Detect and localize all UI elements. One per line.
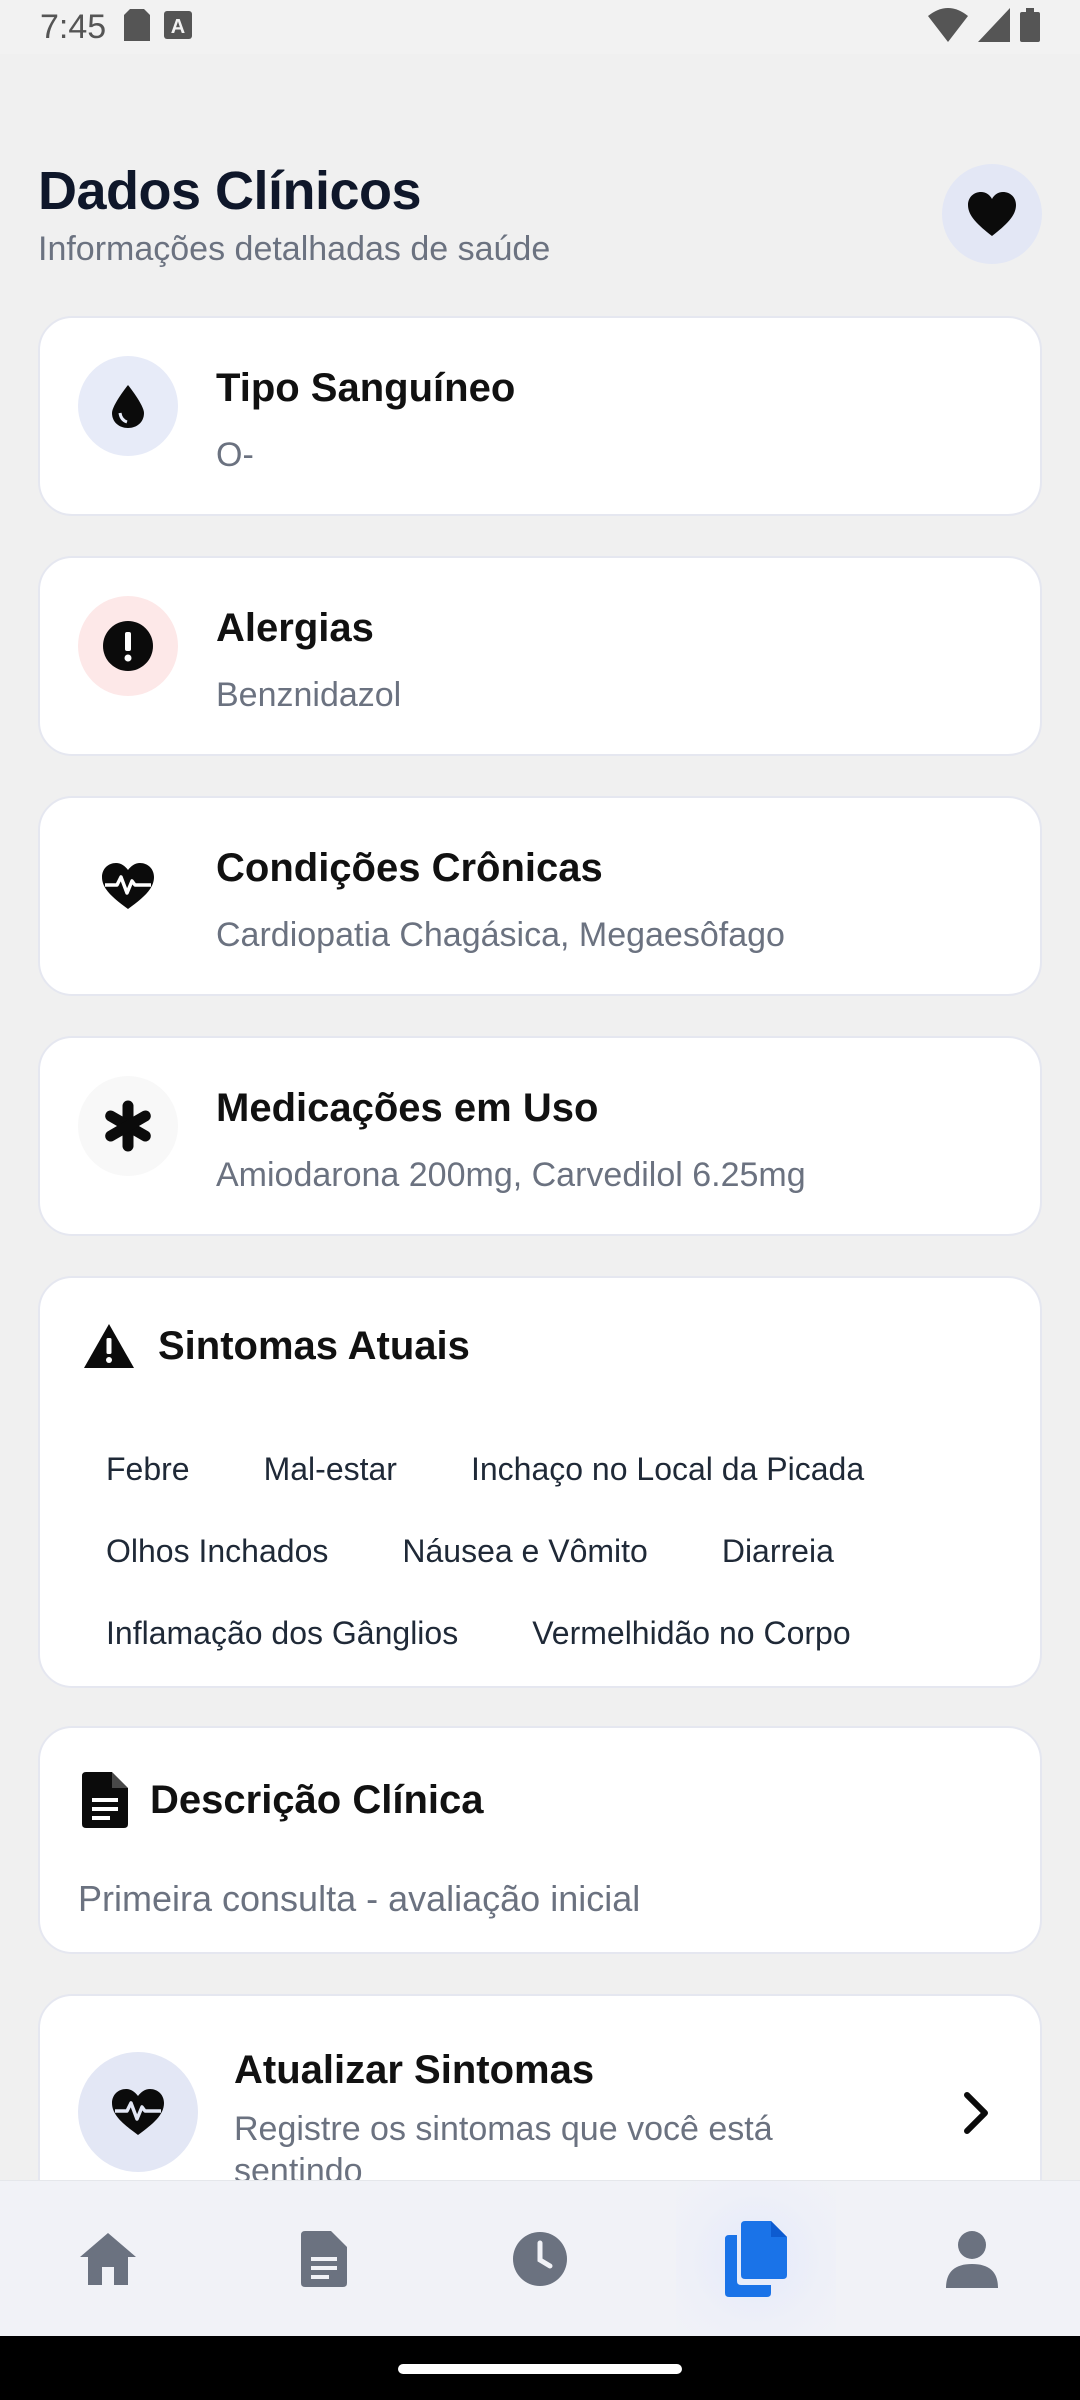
- battery-icon: [1020, 7, 1040, 47]
- clock-icon: [513, 2231, 567, 2286]
- symptom-chips: Febre Mal-estar Inchaço no Local da Pica…: [106, 1428, 1000, 1674]
- nav-documents[interactable]: [244, 2181, 404, 2337]
- symptom-chip: Diarreia: [721, 1532, 834, 1569]
- home-icon: [80, 2232, 136, 2285]
- symptom-chip: Náusea e Vômito: [402, 1532, 648, 1569]
- home-gesture-handle[interactable]: [398, 2364, 682, 2374]
- status-bar: 7:45 A: [0, 0, 1080, 54]
- symptom-chip: Inchaço no Local da Picada: [470, 1450, 865, 1487]
- symptom-row: Inflamação dos Gânglios Vermelhidão no C…: [106, 1592, 1000, 1674]
- symptom-chip: Inflamação dos Gânglios: [106, 1614, 459, 1651]
- heart-icon: [968, 192, 1016, 236]
- document-icon: [82, 1772, 128, 1828]
- svg-text:A: A: [171, 16, 185, 38]
- page-title: Dados Clínicos: [38, 161, 422, 221]
- favorite-button[interactable]: [942, 164, 1042, 264]
- symptom-chip: Mal-estar: [263, 1450, 397, 1487]
- current-symptoms-card: Sintomas Atuais Febre Mal-estar Inchaço …: [38, 1276, 1042, 1688]
- asterisk-icon: [78, 1076, 178, 1176]
- person-icon: [946, 2230, 998, 2288]
- medications-value: Amiodarona 200mg, Carvedilol 6.25mg: [216, 1156, 806, 1194]
- medications-card: Medicações em Uso Amiodarona 200mg, Carv…: [38, 1036, 1042, 1236]
- nav-clinical-data[interactable]: [676, 2180, 836, 2337]
- blood-type-value: O-: [216, 436, 254, 474]
- chevron-right-icon: [964, 2092, 988, 2134]
- clinical-description-card: Descrição Clínica Primeira consulta - av…: [38, 1726, 1042, 1954]
- status-time: 7:45: [40, 7, 107, 46]
- alert-circle-icon: [78, 596, 178, 696]
- text-a-icon: A: [164, 10, 193, 44]
- symptoms-title: Sintomas Atuais: [158, 1323, 470, 1368]
- heart-pulse-icon: [78, 836, 178, 936]
- symptoms-header: Sintomas Atuais: [82, 1322, 470, 1370]
- description-text: Primeira consulta - avaliação inicial: [78, 1878, 641, 1919]
- bottom-navigation: [0, 2180, 1080, 2337]
- wifi-icon: [928, 7, 968, 47]
- allergies-title: Alergias: [216, 606, 374, 650]
- symptom-chip: Olhos Inchados: [106, 1532, 329, 1569]
- description-header: Descrição Clínica: [82, 1772, 484, 1828]
- description-title: Descrição Clínica: [150, 1777, 484, 1822]
- nav-home[interactable]: [28, 2181, 188, 2337]
- page-subtitle: Informações detalhadas de saúde: [38, 230, 551, 268]
- heart-pulse-icon: [78, 2052, 198, 2172]
- nav-profile[interactable]: [892, 2181, 1052, 2337]
- symptom-row: Olhos Inchados Náusea e Vômito Diarreia: [106, 1510, 1000, 1592]
- medications-title: Medicações em Uso: [216, 1086, 599, 1130]
- warning-icon: [84, 1324, 134, 1368]
- allergies-card: Alergias Benznidazol: [38, 556, 1042, 756]
- update-symptoms-title: Atualizar Sintomas: [234, 2048, 595, 2092]
- system-gesture-bar: [0, 2336, 1080, 2400]
- page-header: Dados Clínicos Informações detalhadas de…: [38, 160, 1042, 280]
- symptom-row: Febre Mal-estar Inchaço no Local da Pica…: [106, 1428, 1000, 1510]
- signal-icon: [978, 7, 1010, 47]
- document-icon: [301, 2230, 347, 2287]
- chronic-conditions-value: Cardiopatia Chagásica, Megaesôfago: [216, 916, 785, 954]
- blood-type-title: Tipo Sanguíneo: [216, 366, 516, 410]
- allergies-value: Benznidazol: [216, 676, 402, 714]
- chronic-conditions-title: Condições Crônicas: [216, 846, 603, 890]
- blood-drop-icon: [78, 356, 178, 456]
- nav-history[interactable]: [460, 2181, 620, 2337]
- chronic-conditions-card: Condições Crônicas Cardiopatia Chagásica…: [38, 796, 1042, 996]
- blood-type-card: Tipo Sanguíneo O-: [38, 316, 1042, 516]
- symptom-chip: Vermelhidão no Corpo: [532, 1614, 851, 1651]
- symptom-chip: Febre: [106, 1450, 190, 1487]
- sim-card-icon: [124, 8, 151, 46]
- files-icon: [725, 2220, 787, 2297]
